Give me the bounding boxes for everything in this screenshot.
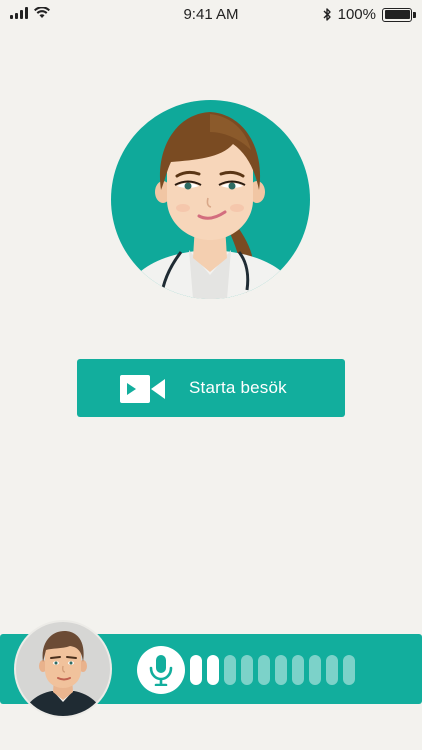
level-bar	[343, 655, 355, 685]
doctor-avatar	[111, 100, 310, 299]
bluetooth-icon	[323, 8, 331, 21]
level-bar	[326, 655, 338, 685]
level-bar	[207, 655, 219, 685]
start-visit-button[interactable]: Starta besök	[77, 359, 345, 417]
level-bar	[224, 655, 236, 685]
microphone-icon	[149, 655, 173, 686]
patient-avatar-illustration	[22, 630, 104, 716]
level-bar	[258, 655, 270, 685]
status-bar: 9:41 AM 100%	[0, 0, 422, 30]
level-bar	[190, 655, 202, 685]
battery-icon	[382, 7, 416, 22]
level-bar	[241, 655, 253, 685]
battery-percent: 100%	[337, 6, 376, 23]
doctor-avatar-illustration	[121, 112, 301, 299]
start-visit-label: Starta besök	[189, 378, 287, 397]
level-bar	[292, 655, 304, 685]
audio-level-meter	[190, 655, 355, 685]
microphone-button[interactable]	[137, 646, 185, 694]
patient-avatar[interactable]	[14, 620, 112, 718]
level-bar	[309, 655, 321, 685]
level-bar	[275, 655, 287, 685]
status-right: 100%	[323, 6, 416, 23]
video-camera-icon	[120, 375, 165, 403]
